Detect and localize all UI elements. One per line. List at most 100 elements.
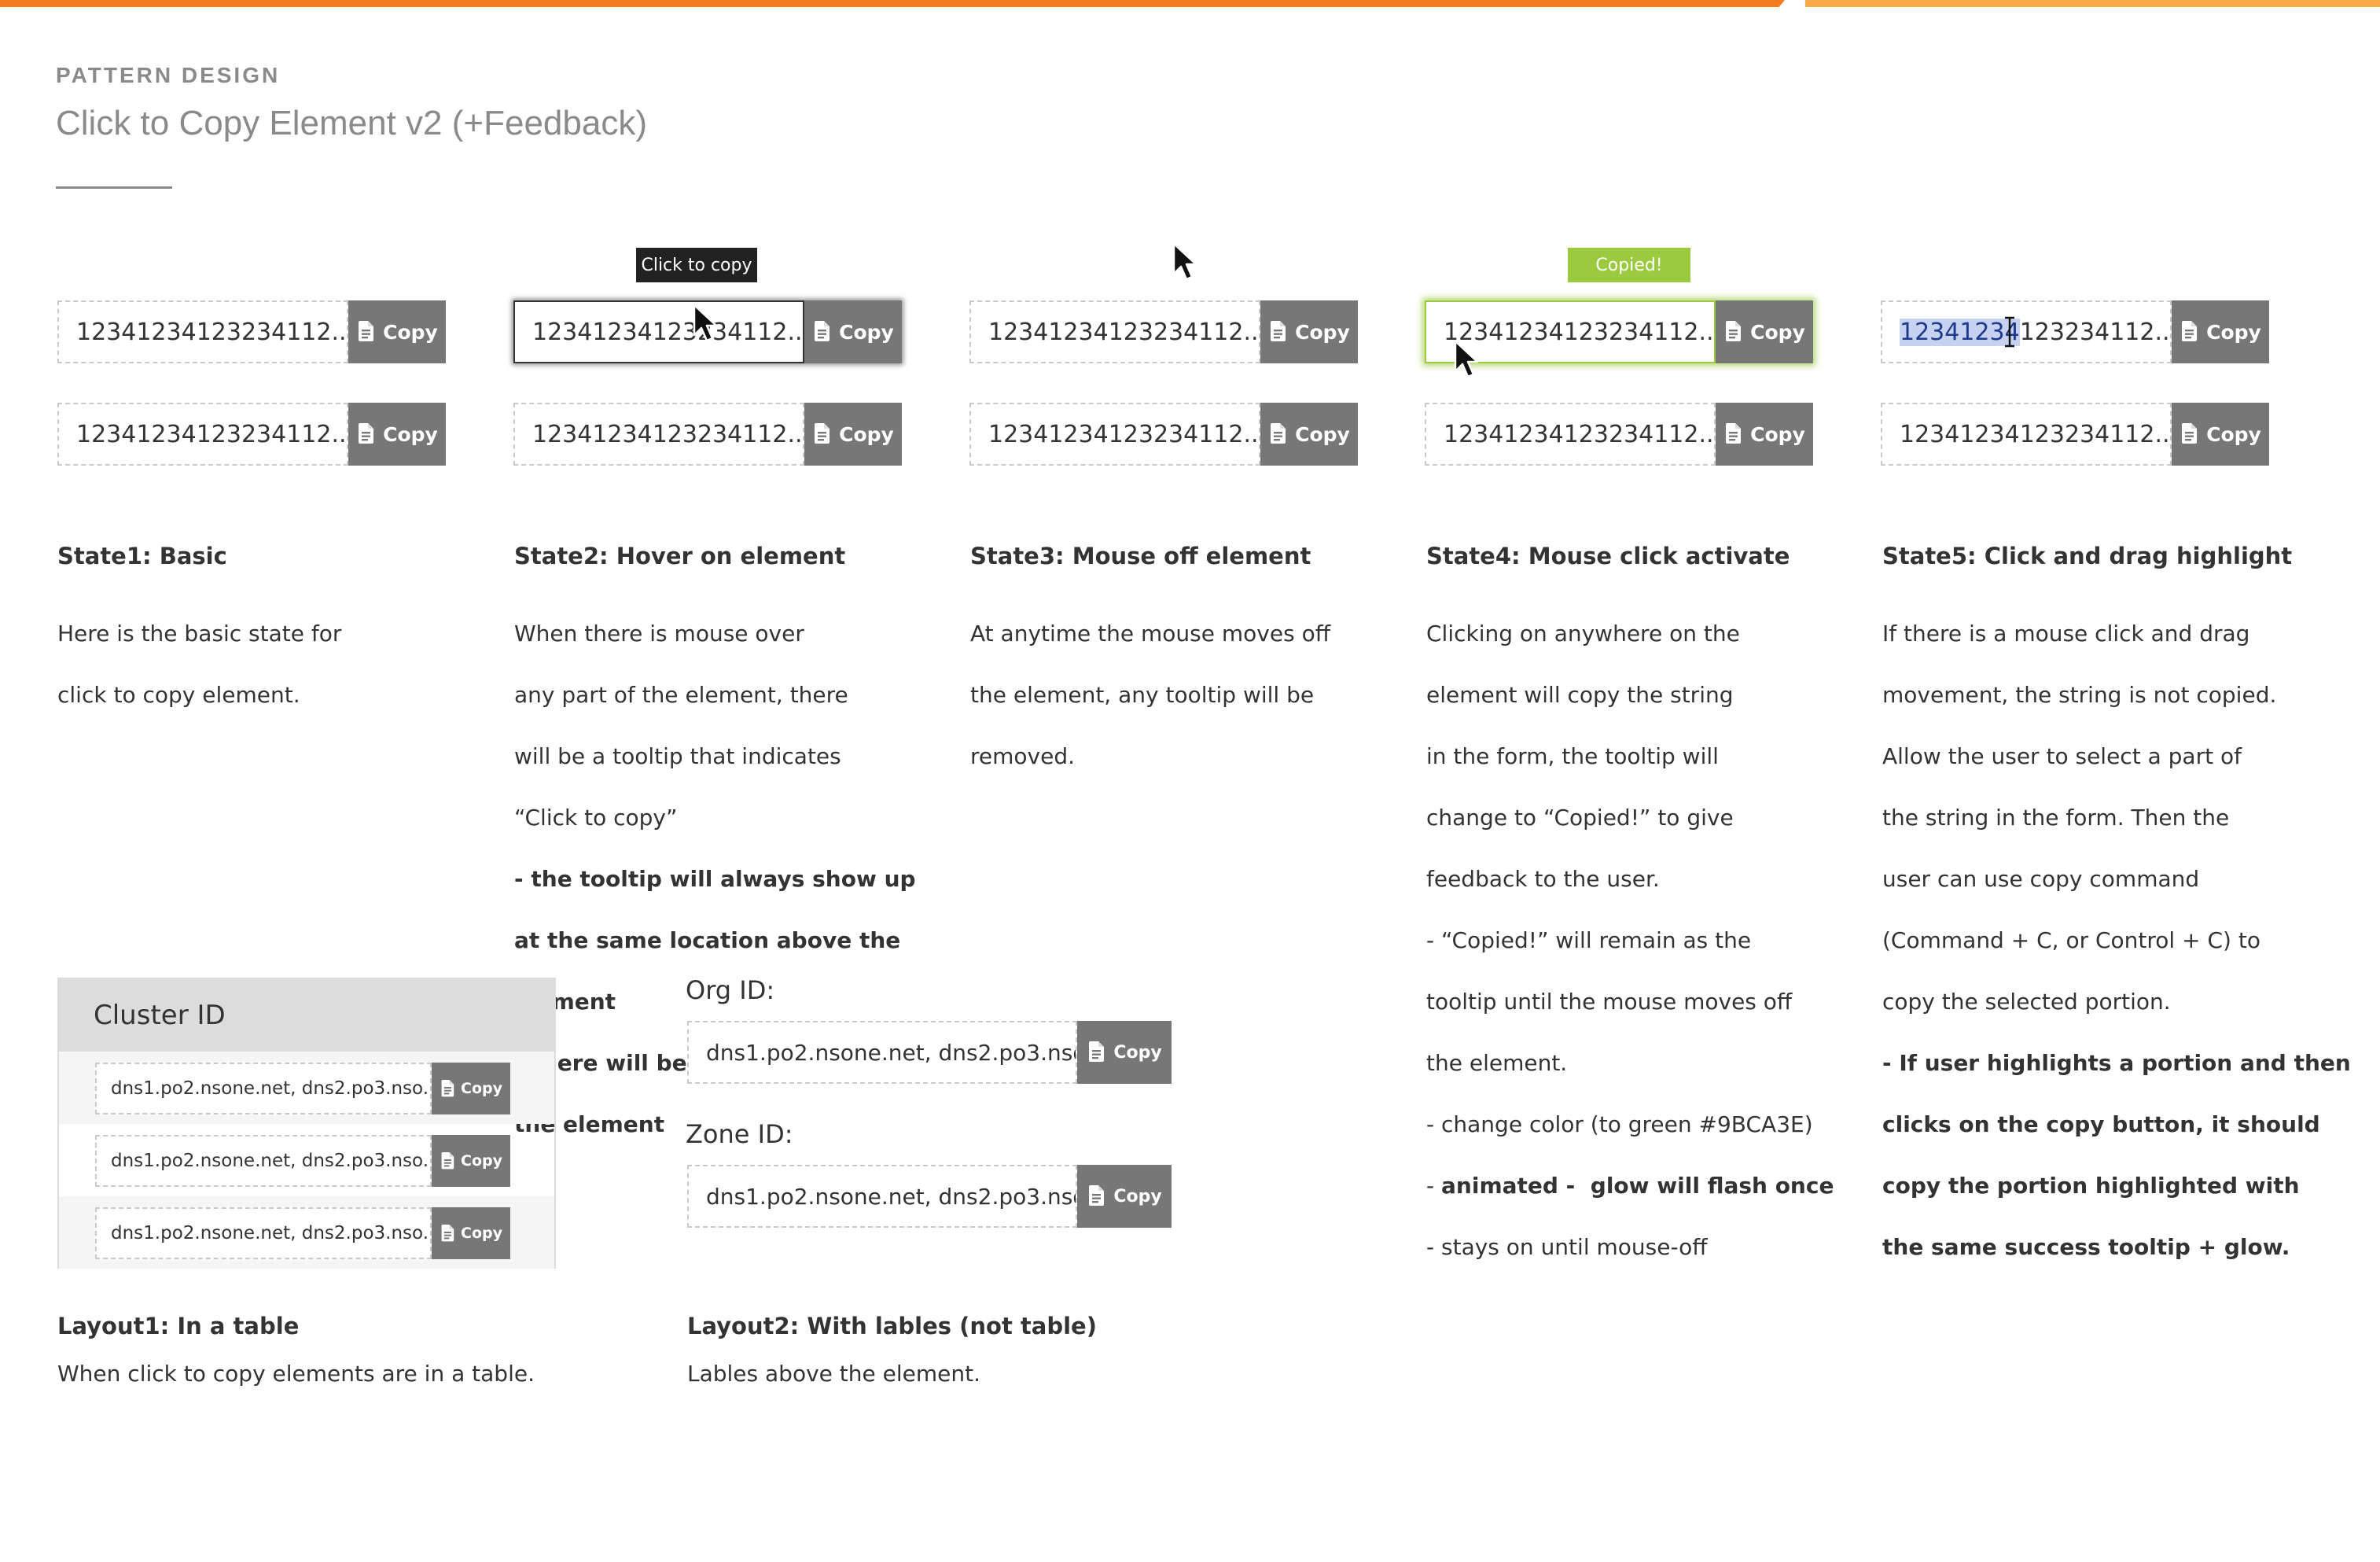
desc-note: - animated - glow will flash once: [1426, 1170, 1834, 1201]
desc-line: click to copy element.: [57, 682, 300, 708]
copy-element-table[interactable]: dns1.po2.nsone.net, dns2.po3.nso.. Copy: [95, 1207, 510, 1259]
copy-button-label: Copy: [461, 1225, 502, 1242]
tooltip-click-to-copy: Click to copy: [636, 248, 757, 282]
copy-field[interactable]: dns1.po2.nsone.net, dns2.po3.nso..: [687, 1021, 1077, 1084]
desc-line: element will copy the string: [1426, 682, 1734, 708]
cluster-id-table: Cluster ID dns1.po2.nsone.net, dns2.po3.…: [57, 978, 556, 1269]
copy-field[interactable]: 12341234123234112..: [1425, 403, 1716, 466]
copy-button[interactable]: Copy: [2172, 300, 2269, 363]
copy-element-state3-a[interactable]: 12341234123234112.. Copy: [969, 300, 1358, 363]
copy-element-table[interactable]: dns1.po2.nsone.net, dns2.po3.nso.. Copy: [95, 1063, 510, 1114]
copy-button-label: Copy: [2206, 320, 2261, 344]
copy-button[interactable]: Copy: [348, 300, 446, 363]
desc-note-prefix: -: [1426, 1173, 1442, 1199]
desc-line: user can use copy command: [1882, 866, 2200, 892]
desc-line: the string in the form. Then the: [1882, 805, 2230, 831]
copy-element-state1-a[interactable]: 12341234123234112.. Copy: [57, 300, 446, 363]
copy-button[interactable]: Copy: [1260, 300, 1358, 363]
copy-button-label: Copy: [1295, 320, 1350, 344]
desc-line: the element.: [1426, 1050, 1568, 1076]
copy-field[interactable]: 12341234123234112..: [969, 300, 1260, 363]
copy-field[interactable]: 12341234123234112..: [969, 403, 1260, 466]
desc-line: (Command + C, or Control + C) to: [1882, 927, 2260, 953]
state1-description: Here is the basic state for click to cop…: [57, 588, 341, 741]
copy-button-label: Copy: [1750, 320, 1805, 344]
i-beam-cursor-icon: [2005, 316, 2014, 348]
copy-button[interactable]: Copy: [1260, 403, 1358, 466]
desc-note: clicks on the copy button, it should: [1882, 1111, 2320, 1137]
copy-element-table[interactable]: dns1.po2.nsone.net, dns2.po3.nso.. Copy: [95, 1135, 510, 1187]
copy-button-label: Copy: [461, 1152, 502, 1170]
table-row: dns1.po2.nsone.net, dns2.po3.nso.. Copy: [59, 1196, 554, 1269]
layout1-title: Layout1: In a table: [57, 1313, 300, 1339]
desc-line: Allow the user to select a part of: [1882, 743, 2242, 769]
table-row: dns1.po2.nsone.net, dns2.po3.nso.. Copy: [59, 1052, 554, 1124]
state2-title: State2: Hover on element: [514, 543, 846, 569]
copy-button[interactable]: Copy: [804, 403, 902, 466]
copy-button-label: Copy: [1113, 1042, 1162, 1063]
desc-line: Clicking on anywhere on the: [1426, 621, 1740, 647]
state4-title: State4: Mouse click activate: [1426, 543, 1790, 569]
copy-element-zone-id[interactable]: dns1.po2.nsone.net, dns2.po3.nso.. Copy: [687, 1165, 1172, 1228]
desc-note-bold: animated - glow will flash once: [1441, 1173, 1834, 1199]
copy-icon: [812, 321, 831, 343]
copy-element-state1-b[interactable]: 12341234123234112.. Copy: [57, 403, 446, 466]
zone-id-label: Zone ID:: [686, 1119, 793, 1149]
copy-button[interactable]: Copy: [2172, 403, 2269, 466]
desc-line: movement, the string is not copied.: [1882, 682, 2277, 708]
copy-element-state5-selection[interactable]: 12341234 123234112.. Copy: [1881, 300, 2269, 363]
copy-field[interactable]: 12341234123234112..: [513, 403, 804, 466]
copy-button[interactable]: Copy: [1077, 1165, 1172, 1228]
copy-field[interactable]: dns1.po2.nsone.net, dns2.po3.nso..: [95, 1063, 432, 1114]
copy-field[interactable]: 12341234123234112..: [513, 300, 804, 363]
layout2-description: Lables above the element.: [687, 1361, 980, 1387]
desc-line: - change color (to green #9BCA3E): [1426, 1111, 1813, 1137]
desc-line: tooltip until the mouse moves off: [1426, 989, 1793, 1015]
copy-button[interactable]: Copy: [1716, 300, 1813, 363]
layout1-description: When click to copy elements are in a tab…: [57, 1361, 535, 1387]
desc-line: “Click to copy”: [514, 805, 678, 831]
org-id-label: Org ID:: [686, 975, 775, 1005]
top-accent-gap: [1779, 0, 1805, 7]
copy-element-state2-b[interactable]: 12341234123234112.. Copy: [513, 403, 902, 466]
copy-icon: [356, 321, 375, 343]
desc-line: removed.: [970, 743, 1075, 769]
copy-element-org-id[interactable]: dns1.po2.nsone.net, dns2.po3.nso.. Copy: [687, 1021, 1172, 1084]
copy-element-state3-b[interactable]: 12341234123234112.. Copy: [969, 403, 1358, 466]
copy-field[interactable]: dns1.po2.nsone.net, dns2.po3.nso..: [95, 1135, 432, 1187]
copy-button[interactable]: Copy: [432, 1207, 510, 1259]
copy-element-state4-copied[interactable]: 12341234123234112.. Copy: [1425, 300, 1813, 363]
copy-icon: [1723, 423, 1742, 445]
desc-line: feedback to the user.: [1426, 866, 1660, 892]
unselected-text: 123234112..: [2019, 318, 2170, 346]
copy-element-state4-b[interactable]: 12341234123234112.. Copy: [1425, 403, 1813, 466]
copy-icon: [1723, 321, 1742, 343]
copy-button-label: Copy: [461, 1080, 502, 1097]
copy-button[interactable]: Copy: [804, 300, 902, 363]
layout2-title: Layout2: With lables (not table): [687, 1313, 1097, 1339]
copy-button-label: Copy: [839, 320, 894, 344]
copy-button[interactable]: Copy: [1716, 403, 1813, 466]
desc-note: the same success tooltip + glow.: [1882, 1234, 2290, 1260]
copy-field[interactable]: 12341234123234112..: [57, 403, 348, 466]
desc-line: - stays on until mouse-off: [1426, 1234, 1708, 1260]
state5-title: State5: Click and drag highlight: [1882, 543, 2293, 569]
copy-field[interactable]: 12341234123234112..: [1881, 300, 2172, 363]
copy-element-state5-b[interactable]: 12341234123234112.. Copy: [1881, 403, 2269, 466]
copy-field[interactable]: 12341234123234112..: [1881, 403, 2172, 466]
desc-note: at the same location above the: [514, 927, 901, 953]
copy-icon: [356, 423, 375, 445]
copy-button[interactable]: Copy: [348, 403, 446, 466]
copy-button[interactable]: Copy: [1077, 1021, 1172, 1084]
copy-button-label: Copy: [383, 422, 438, 446]
copy-button[interactable]: Copy: [432, 1063, 510, 1114]
desc-line: When there is mouse over: [514, 621, 804, 647]
copy-field[interactable]: dns1.po2.nsone.net, dns2.po3.nso..: [687, 1165, 1077, 1228]
copy-button[interactable]: Copy: [432, 1135, 510, 1187]
copy-icon: [2180, 321, 2198, 343]
top-accent-bar-light: [1805, 0, 2380, 7]
state4-description: Clicking on anywhere on the element will…: [1426, 588, 1834, 1293]
copy-field[interactable]: 12341234123234112..: [57, 300, 348, 363]
desc-line: any part of the element, there: [514, 682, 848, 708]
copy-field[interactable]: dns1.po2.nsone.net, dns2.po3.nso..: [95, 1207, 432, 1259]
